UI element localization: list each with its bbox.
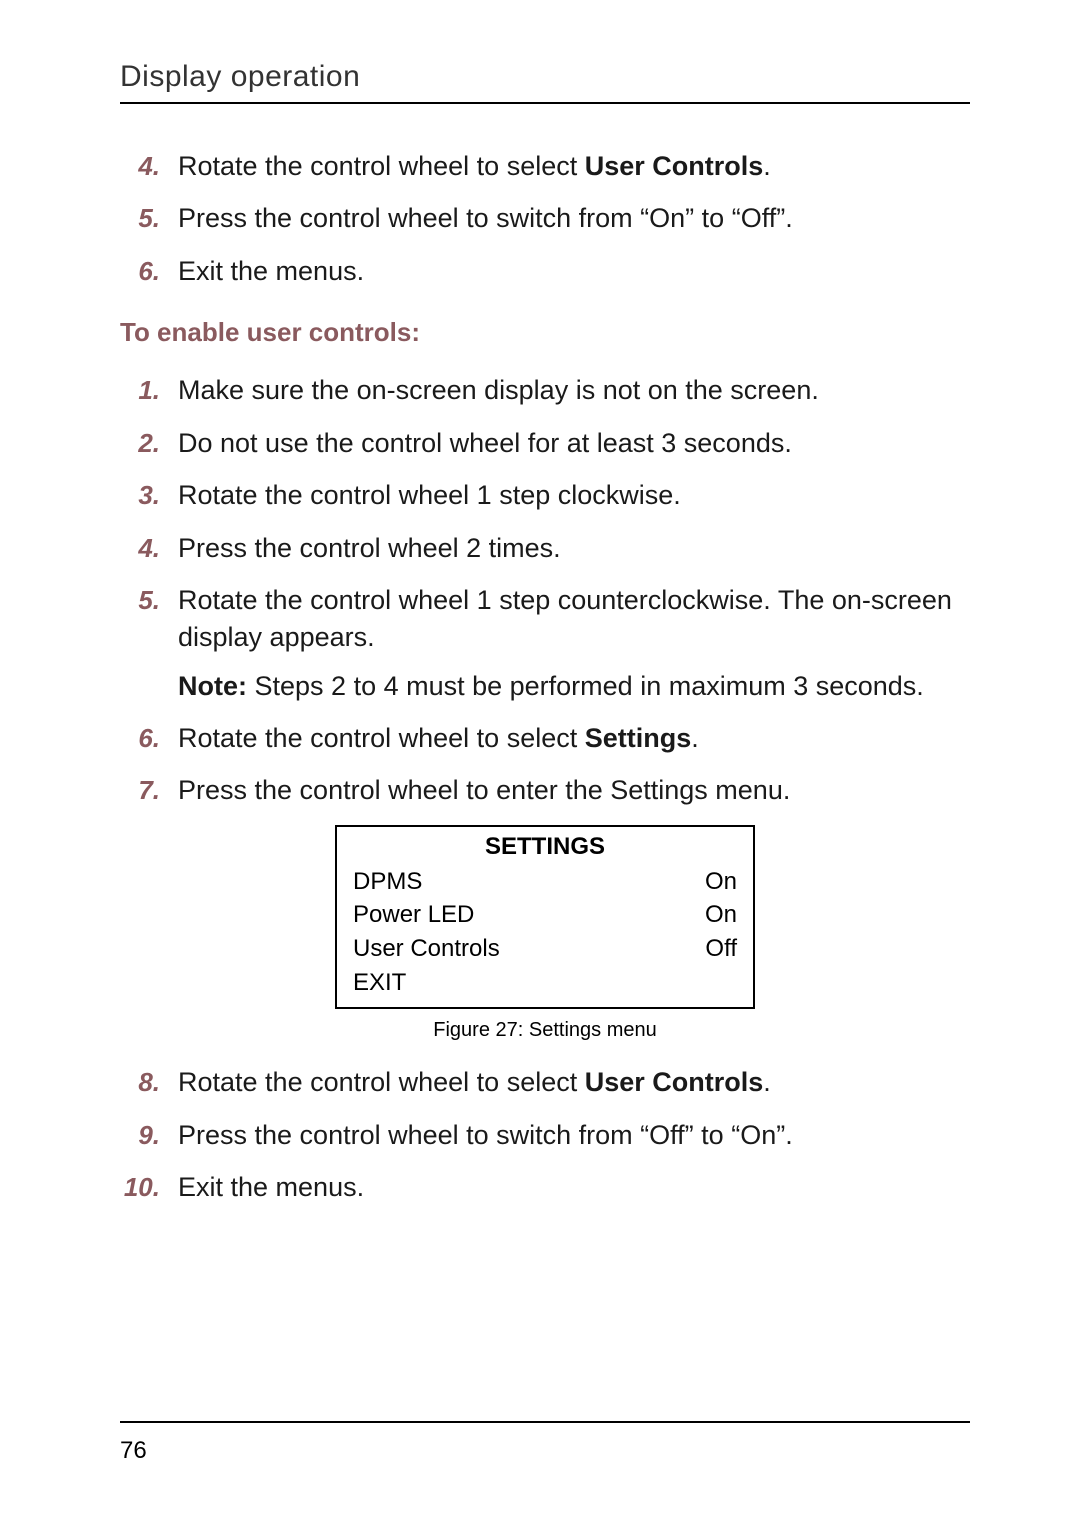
settings-value: Off (705, 932, 737, 966)
list-item: 5. Rotate the control wheel 1 step count… (120, 582, 970, 655)
note-line: Note: Steps 2 to 4 must be performed in … (178, 671, 970, 702)
page-header: Display operation (120, 60, 970, 94)
list-text: Make sure the on-screen display is not o… (178, 372, 819, 408)
list-item: 6. Rotate the control wheel to select Se… (120, 720, 970, 756)
list-item: 5. Press the control wheel to switch fro… (120, 200, 970, 236)
list-item: 4. Rotate the control wheel to select Us… (120, 148, 970, 184)
list-item: 1. Make sure the on-screen display is no… (120, 372, 970, 408)
list-number: 2. (120, 428, 178, 459)
list-item: 9. Press the control wheel to switch fro… (120, 1117, 970, 1153)
list-number: 4. (120, 151, 178, 182)
list-item: 2. Do not use the control wheel for at l… (120, 425, 970, 461)
text-fragment: . (763, 151, 771, 181)
list-text: Exit the menus. (178, 1169, 364, 1205)
settings-title: SETTINGS (353, 833, 737, 861)
settings-value: On (705, 898, 737, 932)
list-number: 9. (120, 1120, 178, 1151)
settings-row: Power LED On (353, 898, 737, 932)
list-text: Rotate the control wheel 1 step clockwis… (178, 477, 681, 513)
footer-rule (120, 1421, 970, 1423)
bold-text: Settings (585, 723, 692, 753)
note-label: Note: (178, 671, 247, 701)
text-fragment: Rotate the control wheel to select (178, 151, 585, 181)
list-number: 7. (120, 775, 178, 806)
list-number: 5. (120, 203, 178, 234)
list-text: Rotate the control wheel to select User … (178, 148, 771, 184)
figure-caption: Figure 27: Settings menu (120, 1019, 970, 1042)
list-number: 4. (120, 533, 178, 564)
list-text: Press the control wheel to switch from “… (178, 1117, 793, 1153)
settings-row: User Controls Off (353, 932, 737, 966)
list-item: 8. Rotate the control wheel to select Us… (120, 1064, 970, 1100)
bold-text: User Controls (585, 151, 764, 181)
text-fragment: Rotate the control wheel to select (178, 723, 585, 753)
list-text: Exit the menus. (178, 253, 364, 289)
list-number: 3. (120, 480, 178, 511)
list-number: 5. (120, 585, 178, 616)
page-footer: 76 (120, 1421, 970, 1465)
settings-row: DPMS On (353, 865, 737, 899)
settings-panel: SETTINGS DPMS On Power LED On User Contr… (335, 825, 755, 1009)
settings-label: DPMS (353, 865, 422, 899)
list-number: 8. (120, 1067, 178, 1098)
list-text: Rotate the control wheel 1 step counterc… (178, 582, 970, 655)
settings-label: User Controls (353, 932, 500, 966)
settings-label: EXIT (353, 966, 406, 1000)
list-number: 6. (120, 723, 178, 754)
list-text: Rotate the control wheel to select Setti… (178, 720, 699, 756)
list-text: Press the control wheel 2 times. (178, 530, 561, 566)
text-fragment: . (691, 723, 699, 753)
settings-label: Power LED (353, 898, 474, 932)
section-subhead: To enable user controls: (120, 317, 970, 348)
note-text: Steps 2 to 4 must be performed in maximu… (247, 671, 924, 701)
list-text: Press the control wheel to switch from “… (178, 200, 793, 236)
list-number: 6. (120, 256, 178, 287)
text-fragment: . (763, 1067, 771, 1097)
list-item: 4. Press the control wheel 2 times. (120, 530, 970, 566)
text-fragment: Rotate the control wheel to select (178, 1067, 585, 1097)
bold-text: User Controls (585, 1067, 764, 1097)
list-text: Rotate the control wheel to select User … (178, 1064, 771, 1100)
list-number: 10. (120, 1172, 178, 1203)
list-text: Press the control wheel to enter the Set… (178, 772, 790, 808)
list-item: 10. Exit the menus. (120, 1169, 970, 1205)
settings-value: On (705, 865, 737, 899)
page-number: 76 (120, 1437, 970, 1465)
list-item: 6. Exit the menus. (120, 253, 970, 289)
list-text: Do not use the control wheel for at leas… (178, 425, 792, 461)
settings-row: EXIT (353, 966, 737, 1000)
list-number: 1. (120, 375, 178, 406)
list-item: 7. Press the control wheel to enter the … (120, 772, 970, 808)
header-rule (120, 102, 970, 104)
list-item: 3. Rotate the control wheel 1 step clock… (120, 477, 970, 513)
